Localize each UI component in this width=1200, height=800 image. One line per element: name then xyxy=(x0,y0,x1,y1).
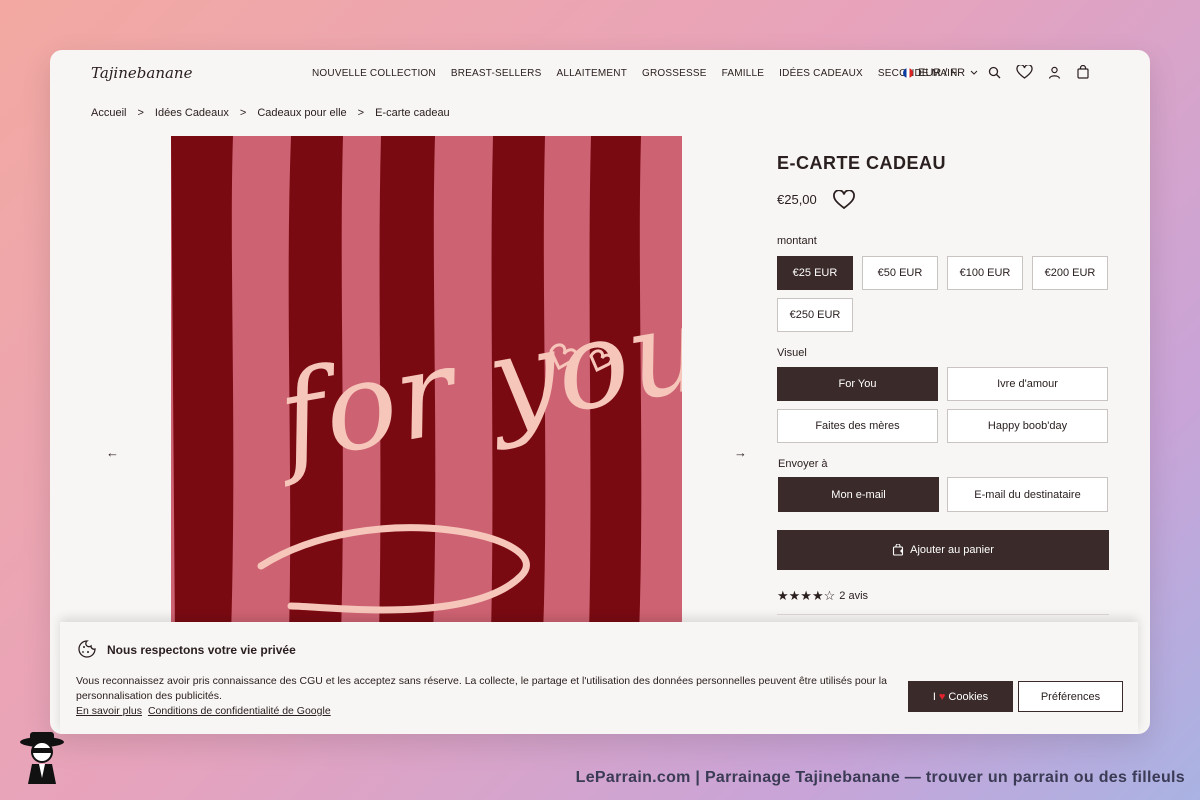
cart-bag-icon[interactable] xyxy=(1076,65,1090,79)
send-option-my-email[interactable]: Mon e-mail xyxy=(778,477,939,512)
nav-item-breast-sellers[interactable]: BREAST-SELLERS xyxy=(451,68,542,79)
breadcrumb: Accueil > Idées Cadeaux > Cadeaux pour e… xyxy=(91,107,450,119)
main-nav: NOUVELLE COLLECTION BREAST-SELLERS ALLAI… xyxy=(312,68,973,79)
review-count: 2 avis xyxy=(839,590,869,602)
breadcrumb-separator: > xyxy=(357,107,365,119)
visual-label: Visuel xyxy=(777,347,807,359)
accept-prefix: I xyxy=(932,690,936,703)
france-flag-icon xyxy=(903,68,913,78)
visual-option-happy-boobday[interactable]: Happy boob'day xyxy=(947,409,1108,443)
add-to-cart-button[interactable]: Ajouter au panier xyxy=(777,530,1109,570)
nav-item-famille[interactable]: FAMILLE xyxy=(722,68,765,79)
visual-option-for-you[interactable]: For You xyxy=(777,367,938,401)
cookie-banner: Nous respectons votre vie privée Vous re… xyxy=(60,622,1138,734)
heart-icon: ♥ xyxy=(938,690,946,703)
next-image-arrow-icon[interactable]: → xyxy=(734,445,747,460)
preferences-button[interactable]: Préférences xyxy=(1018,681,1123,712)
breadcrumb-accueil[interactable]: Accueil xyxy=(91,107,126,119)
visual-option-ivre-damour[interactable]: Ivre d'amour xyxy=(947,367,1108,401)
nav-item-nouvelle-collection[interactable]: NOUVELLE COLLECTION xyxy=(312,68,436,79)
google-privacy-link[interactable]: Conditions de confidentialité de Google xyxy=(148,705,331,717)
visual-option-faites-des-meres[interactable]: Faites des mères xyxy=(777,409,938,443)
footer-caption: LeParrain.com | Parrainage Tajinebanane … xyxy=(575,769,1185,786)
breadcrumb-current: E-carte cadeau xyxy=(375,107,450,119)
header-icons xyxy=(988,65,1090,79)
accept-suffix: Cookies xyxy=(948,690,989,703)
amount-label: montant xyxy=(777,235,817,247)
cart-add-icon xyxy=(893,544,904,556)
accept-cookies-button[interactable]: I ♥ Cookies xyxy=(908,681,1013,712)
currency-label: EUR / FR xyxy=(918,67,966,79)
product-image: for you xyxy=(171,136,682,636)
learn-more-link[interactable]: En savoir plus xyxy=(76,705,142,717)
divider xyxy=(777,614,1109,615)
cookie-text: Vous reconnaissez avoir pris connaissanc… xyxy=(76,675,887,702)
search-icon[interactable] xyxy=(988,66,1001,79)
leparrain-mascot-icon xyxy=(20,732,64,784)
browser-window: Tajinebanane NOUVELLE COLLECTION BREAST-… xyxy=(50,50,1150,734)
add-to-cart-label: Ajouter au panier xyxy=(910,544,994,556)
site-logo[interactable]: Tajinebanane xyxy=(91,64,192,82)
amount-option-100[interactable]: €100 EUR xyxy=(947,256,1023,290)
chevron-down-icon xyxy=(970,70,978,75)
gift-card-artwork: for you xyxy=(171,136,682,636)
breadcrumb-separator: > xyxy=(239,107,247,119)
nav-item-grossesse[interactable]: GROSSESSE xyxy=(642,68,707,79)
currency-selector[interactable]: EUR / FR xyxy=(903,67,978,79)
cookie-links: En savoir plus Conditions de confidentia… xyxy=(76,705,331,717)
product-price: €25,00 xyxy=(777,192,817,207)
wishlist-heart-icon[interactable] xyxy=(1016,65,1033,79)
wishlist-heart-icon[interactable] xyxy=(832,190,856,210)
amount-option-200[interactable]: €200 EUR xyxy=(1032,256,1108,290)
breadcrumb-separator: > xyxy=(137,107,144,119)
breadcrumb-idees-cadeaux[interactable]: Idées Cadeaux xyxy=(155,107,229,119)
amount-option-250[interactable]: €250 EUR xyxy=(777,298,853,332)
amount-option-50[interactable]: €50 EUR xyxy=(862,256,938,290)
product-rating[interactable]: ★★★★☆ 2 avis xyxy=(777,588,868,604)
account-icon[interactable] xyxy=(1048,66,1061,79)
rating-stars: ★★★★☆ xyxy=(777,588,836,603)
nav-item-idees-cadeaux[interactable]: IDÉES CADEAUX xyxy=(779,68,863,79)
amount-option-25[interactable]: €25 EUR xyxy=(777,256,853,290)
cookie-icon xyxy=(78,640,96,658)
nav-item-allaitement[interactable]: ALLAITEMENT xyxy=(556,68,627,79)
breadcrumb-cadeaux-pour-elle[interactable]: Cadeaux pour elle xyxy=(257,107,346,119)
send-option-recipient-email[interactable]: E-mail du destinataire xyxy=(947,477,1108,512)
product-title: E-CARTE CADEAU xyxy=(777,153,946,173)
prev-image-arrow-icon[interactable]: ← xyxy=(106,445,119,460)
cookie-title: Nous respectons votre vie privée xyxy=(107,643,296,657)
send-to-label: Envoyer à xyxy=(778,458,828,470)
